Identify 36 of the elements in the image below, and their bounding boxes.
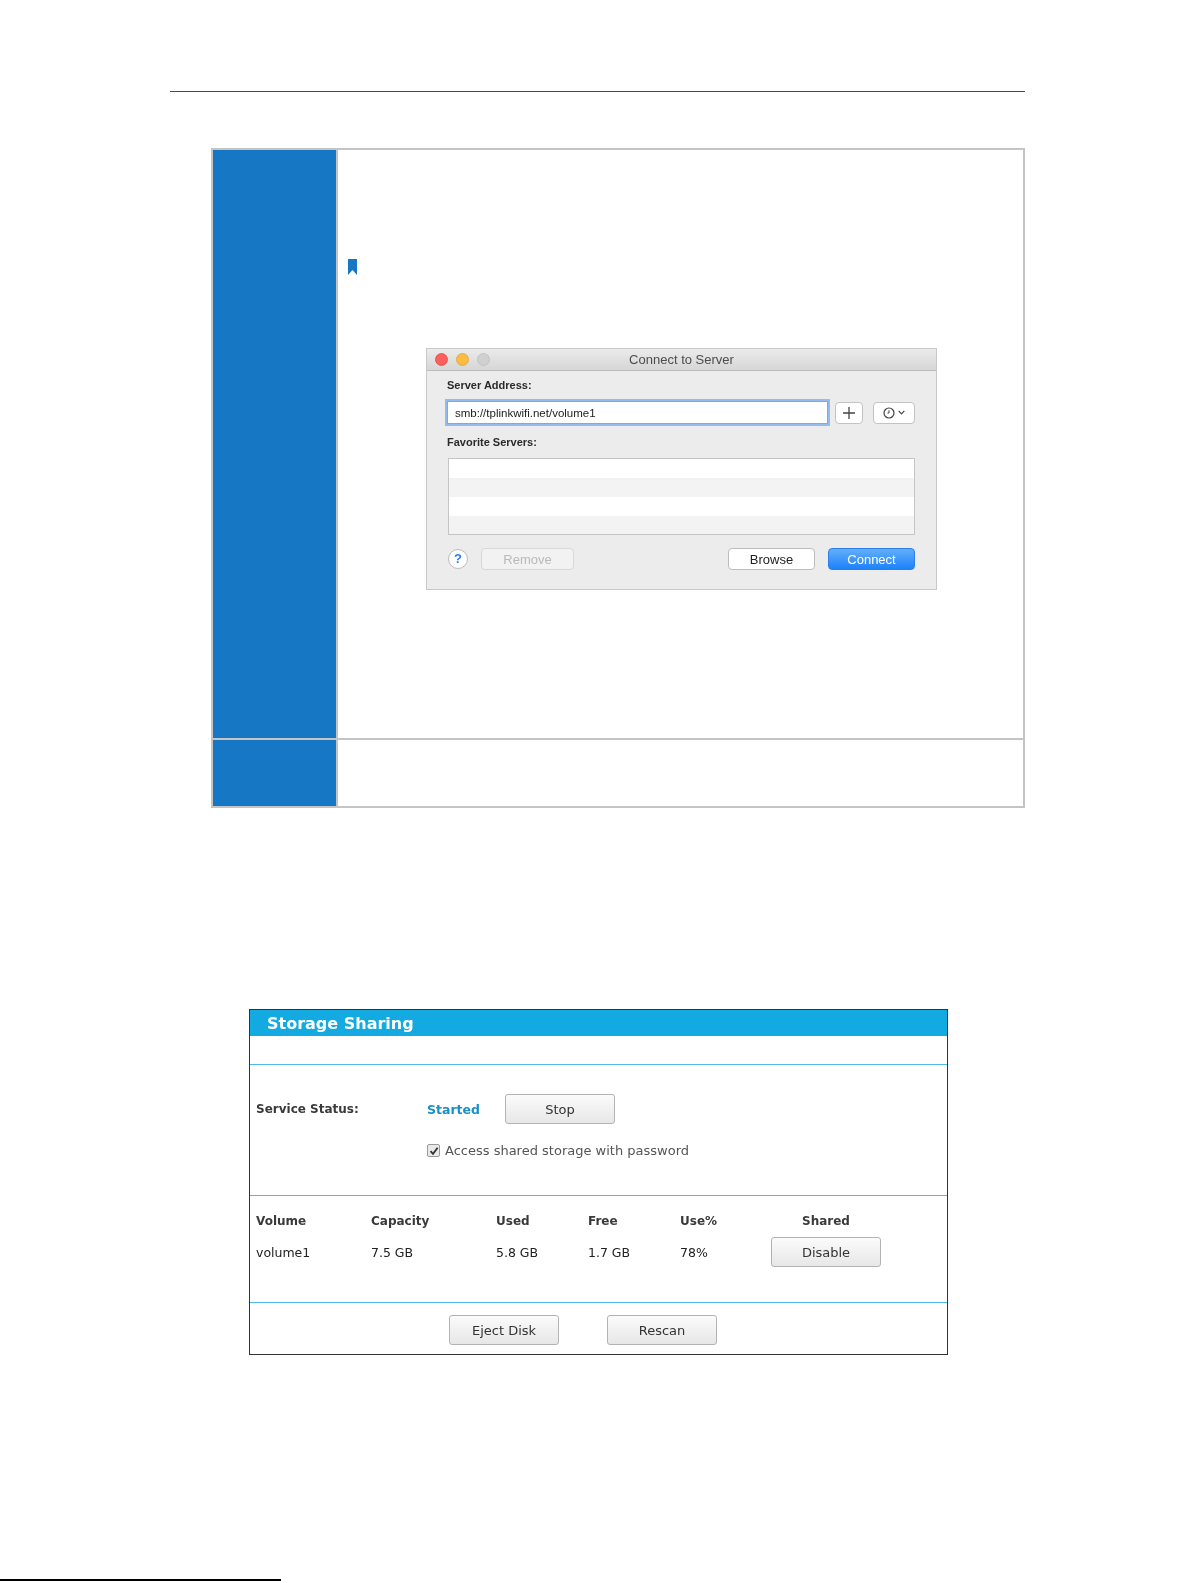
clock-icon [883, 406, 895, 419]
table-cell-text: volume1 [256, 1244, 312, 1260]
bookmark-icon [348, 259, 357, 275]
action-button[interactable]: Eject Disk [449, 1315, 559, 1345]
column-header: Volume [256, 1213, 308, 1229]
service-status-label: Service Status: [256, 1102, 360, 1116]
field-label: Server Address: [447, 379, 532, 392]
zoom-dot-icon[interactable] [477, 353, 490, 366]
column-header: Use% [680, 1213, 719, 1229]
disable-button[interactable]: Disable [771, 1237, 881, 1267]
table-cell-text: 1.7 GB [588, 1244, 632, 1260]
column-header: Capacity [371, 1213, 431, 1229]
dialog-button[interactable]: Browse [728, 548, 815, 570]
checkbox-label: Access shared storage with password [445, 1143, 689, 1158]
field-label: Favorite Servers: [447, 436, 537, 449]
table-cell-text: 5.8 GB [496, 1244, 540, 1260]
panel-title: Storage Sharing [267, 1013, 414, 1033]
table-cell-text: 7.5 GB [371, 1244, 415, 1260]
chevron-down-icon [898, 410, 905, 415]
table-cell-text: 78% [680, 1244, 709, 1260]
column-header: Free [588, 1213, 619, 1229]
close-dot-icon[interactable] [435, 353, 448, 366]
favorite-servers-list[interactable] [448, 458, 915, 535]
recent-servers-button[interactable] [873, 401, 915, 424]
plus-icon [843, 406, 855, 419]
password-checkbox[interactable] [427, 1144, 440, 1157]
minimize-dot-icon[interactable] [456, 353, 469, 366]
server-address-field[interactable]: smb://tplinkwifi.net/volume1 [447, 401, 828, 424]
add-button[interactable] [835, 401, 863, 424]
column-header: Used [496, 1213, 531, 1229]
stop-button[interactable]: Stop [505, 1094, 615, 1124]
dialog-title: Connect to Server [629, 352, 734, 367]
column-header: Shared [801, 1213, 851, 1229]
action-button[interactable]: Rescan [607, 1315, 717, 1345]
service-status-value: Started [427, 1101, 481, 1117]
help-button[interactable]: ? [448, 549, 468, 569]
